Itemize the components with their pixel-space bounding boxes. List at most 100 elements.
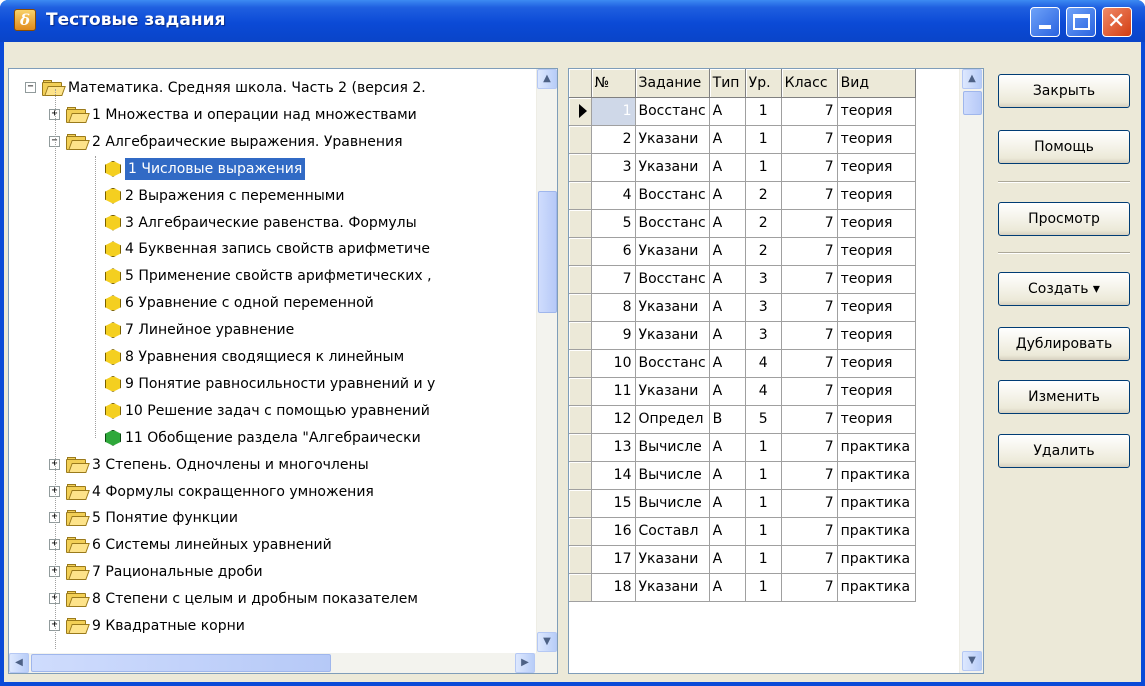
table-row[interactable]: 5 Восстанс А 2 7 теория <box>569 209 916 238</box>
cell-type[interactable]: А <box>709 545 746 574</box>
cell-grade[interactable]: 7 <box>781 377 838 406</box>
row-indicator[interactable] <box>569 293 592 322</box>
row-indicator[interactable] <box>569 405 592 434</box>
tree-item[interactable]: +4 Формулы сокращенного умножения <box>9 479 536 505</box>
table-row[interactable]: 12 Определ В 5 7 теория <box>569 405 916 434</box>
row-indicator[interactable] <box>569 433 592 462</box>
tree-item[interactable]: 9 Понятие равносильности уравнений и у <box>9 371 536 397</box>
tree-vertical-scrollbar[interactable]: ▲ ▼ <box>536 69 557 653</box>
cell-level[interactable]: 1 <box>745 97 782 126</box>
column-header-number[interactable]: № <box>591 69 636 98</box>
tree-item[interactable]: −2 Алгебраические выражения. Уравнения <box>9 129 536 155</box>
cell-task[interactable]: Указани <box>635 237 710 266</box>
cell-task[interactable]: Указани <box>635 545 710 574</box>
minimize-button[interactable] <box>1030 7 1060 37</box>
preview-button[interactable]: Просмотр <box>998 202 1130 236</box>
row-indicator[interactable] <box>569 349 592 378</box>
cell-number[interactable]: 9 <box>591 321 636 350</box>
row-indicator[interactable] <box>569 209 592 238</box>
collapse-icon[interactable]: − <box>25 82 36 93</box>
table-row[interactable]: 9 Указани А 3 7 теория <box>569 321 916 350</box>
column-header-task[interactable]: Задание <box>635 69 710 98</box>
cell-number[interactable]: 13 <box>591 433 636 462</box>
cell-task[interactable]: Восстанс <box>635 265 710 294</box>
column-header-type[interactable]: Тип <box>709 69 746 98</box>
cell-level[interactable]: 3 <box>745 265 782 294</box>
table-row[interactable]: 8 Указани А 3 7 теория <box>569 293 916 322</box>
maximize-button[interactable] <box>1066 7 1096 37</box>
scroll-up-button[interactable]: ▲ <box>537 69 557 89</box>
cell-grade[interactable]: 7 <box>781 517 838 546</box>
cell-type[interactable]: А <box>709 209 746 238</box>
cell-kind[interactable]: практика <box>837 573 916 602</box>
help-button[interactable]: Помощь <box>998 130 1130 164</box>
cell-kind[interactable]: теория <box>837 237 916 266</box>
column-header-level[interactable]: Ур. <box>745 69 782 98</box>
cell-level[interactable]: 1 <box>745 461 782 490</box>
cell-task[interactable]: Определ <box>635 405 710 434</box>
scroll-thumb[interactable] <box>963 91 982 115</box>
cell-grade[interactable]: 7 <box>781 293 838 322</box>
tree-item[interactable]: +3 Степень. Одночлены и многочлены <box>9 452 536 478</box>
cell-level[interactable]: 5 <box>745 405 782 434</box>
cell-level[interactable]: 1 <box>745 433 782 462</box>
cell-task[interactable]: Указани <box>635 321 710 350</box>
table-row[interactable]: 2 Указани А 1 7 теория <box>569 125 916 154</box>
row-indicator[interactable] <box>569 573 592 602</box>
cell-kind[interactable]: практика <box>837 517 916 546</box>
tree-item[interactable]: 6 Уравнение с одной переменной <box>9 290 536 316</box>
tree-item[interactable]: 4 Буквенная запись свойств арифметиче <box>9 236 536 262</box>
cell-grade[interactable]: 7 <box>781 433 838 462</box>
tree-item[interactable]: 5 Применение свойств арифметических , <box>9 263 536 289</box>
row-indicator[interactable] <box>569 377 592 406</box>
cell-number[interactable]: 10 <box>591 349 636 378</box>
grid-vertical-scrollbar[interactable]: ▲ ▼ <box>959 69 983 673</box>
cell-type[interactable]: А <box>709 377 746 406</box>
topic-tree[interactable]: − Математика. Средняя школа. Часть 2 (вер… <box>8 68 558 674</box>
cell-level[interactable]: 1 <box>745 573 782 602</box>
cell-type[interactable]: А <box>709 461 746 490</box>
cell-type[interactable]: А <box>709 265 746 294</box>
cell-number[interactable]: 3 <box>591 153 636 182</box>
scroll-thumb[interactable] <box>31 654 331 672</box>
tree-item[interactable]: 7 Линейное уравнение <box>9 317 536 343</box>
tree-item[interactable]: 11 Обобщение раздела "Алгебраически <box>9 425 536 451</box>
table-row[interactable]: 7 Восстанс А 3 7 теория <box>569 265 916 294</box>
tasks-grid[interactable]: № Задание Тип Ур. Класс Вид 1 Восстанс А 1 7… <box>568 68 984 674</box>
row-indicator[interactable] <box>569 321 592 350</box>
tree-item[interactable]: 3 Алгебраические равенства. Формулы <box>9 210 536 236</box>
cell-kind[interactable]: теория <box>837 377 916 406</box>
cell-number[interactable]: 15 <box>591 489 636 518</box>
cell-task[interactable]: Восстанс <box>635 209 710 238</box>
scroll-down-button[interactable]: ▼ <box>962 651 982 671</box>
column-header-grade[interactable]: Класс <box>781 69 838 98</box>
cell-task[interactable]: Вычисле <box>635 461 710 490</box>
cell-grade[interactable]: 7 <box>781 545 838 574</box>
cell-grade[interactable]: 7 <box>781 153 838 182</box>
cell-number[interactable]: 7 <box>591 265 636 294</box>
cell-number[interactable]: 4 <box>591 181 636 210</box>
scroll-left-button[interactable]: ◀ <box>9 653 29 673</box>
scroll-thumb[interactable] <box>538 191 557 313</box>
cell-type[interactable]: А <box>709 517 746 546</box>
cell-kind[interactable]: теория <box>837 97 916 126</box>
row-indicator[interactable] <box>569 461 592 490</box>
cell-type[interactable]: В <box>709 405 746 434</box>
scroll-right-button[interactable]: ▶ <box>515 653 535 673</box>
cell-type[interactable]: А <box>709 153 746 182</box>
cell-number[interactable]: 16 <box>591 517 636 546</box>
cell-grade[interactable]: 7 <box>781 489 838 518</box>
table-row[interactable]: 6 Указани А 2 7 теория <box>569 237 916 266</box>
cell-type[interactable]: А <box>709 293 746 322</box>
cell-level[interactable]: 1 <box>745 545 782 574</box>
cell-type[interactable]: А <box>709 349 746 378</box>
cell-number[interactable]: 12 <box>591 405 636 434</box>
cell-level[interactable]: 3 <box>745 321 782 350</box>
cell-level[interactable]: 1 <box>745 153 782 182</box>
create-button[interactable]: Создать ▾ <box>998 272 1130 306</box>
tree-item[interactable]: 2 Выражения с переменными <box>9 183 536 209</box>
row-indicator[interactable] <box>569 489 592 518</box>
tree-item[interactable]: +5 Понятие функции <box>9 505 536 531</box>
cell-task[interactable]: Указани <box>635 153 710 182</box>
cell-level[interactable]: 1 <box>745 517 782 546</box>
